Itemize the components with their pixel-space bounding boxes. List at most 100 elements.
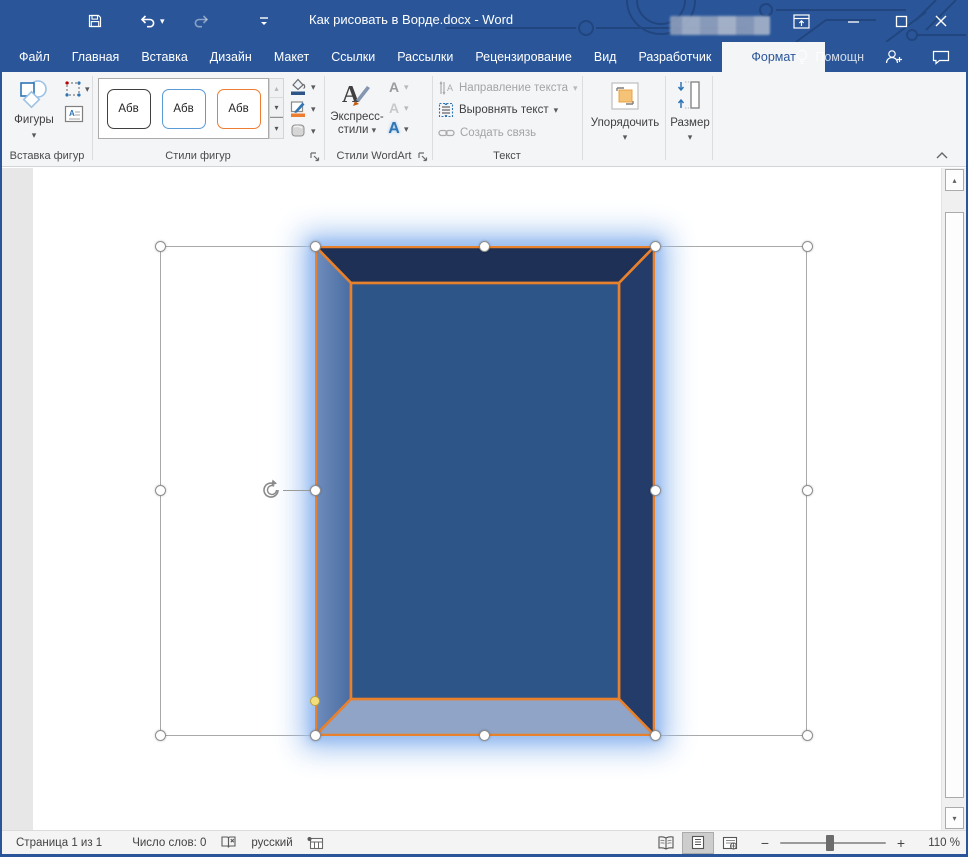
rotate-handle[interactable]: [260, 478, 284, 502]
print-layout-button[interactable]: [682, 832, 714, 854]
maximize-button[interactable]: [884, 8, 918, 34]
zoom-slider-thumb[interactable]: [826, 835, 834, 851]
create-link-button-disabled[interactable]: Создать связь: [438, 126, 536, 140]
scrollbar-thumb[interactable]: [945, 212, 964, 798]
shape-style-preset-3[interactable]: Абв: [217, 89, 261, 129]
tell-me-label[interactable]: Помощн: [815, 50, 864, 64]
shape-styles-dialog-launcher[interactable]: [310, 152, 320, 162]
share-person-icon[interactable]: [884, 49, 904, 65]
shape-effects-icon: [288, 121, 308, 140]
page-left-margin: [2, 168, 33, 830]
handle-shape-mid-left[interactable]: [310, 485, 321, 496]
zoom-in-button[interactable]: +: [894, 835, 908, 851]
tab-developer[interactable]: Разработчик: [627, 42, 722, 72]
shape-effects-caret-icon: ▾: [311, 127, 316, 135]
tab-file[interactable]: Файл: [8, 42, 61, 72]
shape-styles-gallery: Абв Абв Абв: [98, 78, 269, 139]
shape-style-preset-1[interactable]: Абв: [107, 89, 151, 129]
shape-fill-button[interactable]: ▾: [288, 77, 316, 96]
word-count[interactable]: Число слов: 0: [132, 837, 206, 849]
gallery-more-button[interactable]: ▾: [270, 117, 283, 138]
text-direction-label: Направление текста: [459, 82, 568, 94]
web-layout-button[interactable]: [714, 832, 746, 854]
document-canvas[interactable]: [2, 168, 966, 830]
adjust-handle[interactable]: [310, 696, 320, 706]
arrange-button[interactable]: Упорядочить ▾: [587, 74, 663, 164]
tab-mailings[interactable]: Рассылки: [386, 42, 464, 72]
customize-qat-button[interactable]: [251, 9, 277, 33]
handle-shape-bottom-right[interactable]: [650, 730, 661, 741]
tab-references[interactable]: Ссылки: [320, 42, 386, 72]
macro-record-icon[interactable]: [307, 836, 324, 850]
wordart-dialog-launcher[interactable]: [418, 152, 428, 162]
handle-box-bottom-left[interactable]: [155, 730, 166, 741]
collapse-ribbon-button[interactable]: [934, 150, 950, 162]
window-title: Как рисовать в Ворде.docx - Word: [309, 12, 509, 27]
gallery-scroll-down-button[interactable]: ▾: [270, 98, 283, 117]
handle-box-bottom-right[interactable]: [802, 730, 813, 741]
tab-design[interactable]: Дизайн: [199, 42, 263, 72]
redacted-account-name: [670, 16, 770, 35]
handle-box-mid-right[interactable]: [802, 485, 813, 496]
zoom-slider-track[interactable]: [780, 842, 886, 844]
word-window: ▾ Как рисовать в Ворде.docx - Word Файл …: [0, 0, 968, 857]
size-button[interactable]: Размер ▾: [668, 74, 712, 164]
zoom-level[interactable]: 110 %: [914, 837, 960, 849]
handle-box-top-left[interactable]: [155, 241, 166, 252]
tab-home[interactable]: Главная: [61, 42, 131, 72]
text-direction-button-disabled[interactable]: A Направление текста ▾: [438, 80, 578, 96]
link-icon: [438, 126, 455, 140]
comments-icon[interactable]: [932, 50, 950, 65]
undo-button[interactable]: [134, 9, 160, 33]
wordart-quick-styles-icon: A: [340, 78, 374, 108]
minimize-button[interactable]: [836, 8, 870, 34]
gallery-scroll: ▴ ▾ ▾: [269, 78, 284, 139]
group-label-insert-shapes: Вставка фигур: [2, 150, 92, 162]
frame-shape[interactable]: [315, 246, 655, 736]
text-box-button[interactable]: A: [64, 104, 84, 129]
save-button[interactable]: [82, 9, 108, 33]
scroll-up-button[interactable]: ▴: [945, 169, 964, 191]
shape-outline-caret-icon: ▾: [311, 105, 316, 113]
read-mode-button[interactable]: [650, 832, 682, 854]
gallery-scroll-up-button[interactable]: ▴: [270, 79, 283, 98]
text-effects-icon: А: [387, 120, 401, 138]
handle-shape-bottom-left[interactable]: [310, 730, 321, 741]
tab-insert[interactable]: Вставка: [130, 42, 198, 72]
proofing-errors-icon[interactable]: [220, 835, 237, 850]
close-button[interactable]: [924, 8, 958, 34]
handle-box-mid-left[interactable]: [155, 485, 166, 496]
text-fill-button-disabled[interactable]: A ▾: [387, 77, 409, 96]
language-indicator[interactable]: русский: [251, 837, 292, 849]
text-outline-button-disabled[interactable]: A ▾: [387, 98, 409, 117]
redo-button-disabled[interactable]: [189, 9, 215, 33]
handle-shape-bottom-center[interactable]: [479, 730, 490, 741]
zoom-out-button[interactable]: −: [758, 835, 772, 851]
shape-outline-icon: [288, 99, 308, 118]
edit-shape-button[interactable]: ▾: [64, 80, 90, 98]
scroll-down-button[interactable]: ▾: [945, 807, 964, 829]
undo-caret-icon[interactable]: ▾: [160, 17, 165, 25]
tab-view[interactable]: Вид: [583, 42, 628, 72]
shape-style-preset-2[interactable]: Абв: [162, 89, 206, 129]
shapes-icon: [18, 79, 50, 111]
align-text-button[interactable]: Выровнять текст ▾: [438, 102, 558, 118]
vertical-scrollbar[interactable]: ▴ ▾: [941, 168, 966, 830]
shape-outline-button[interactable]: ▾: [288, 99, 316, 118]
tab-review[interactable]: Рецензирование: [464, 42, 583, 72]
group-label-wordart: Стили WordArt: [324, 150, 424, 162]
quick-styles-label-line2: стили ▾: [338, 124, 376, 137]
text-effects-button[interactable]: А ▾: [387, 119, 409, 138]
handle-shape-top-center[interactable]: [479, 241, 490, 252]
handle-shape-mid-right[interactable]: [650, 485, 661, 496]
tab-layout[interactable]: Макет: [263, 42, 320, 72]
ribbon-display-options-button[interactable]: [784, 8, 818, 34]
handle-shape-top-left[interactable]: [310, 241, 321, 252]
handle-shape-top-right[interactable]: [650, 241, 661, 252]
handle-box-top-right[interactable]: [802, 241, 813, 252]
page-indicator[interactable]: Страница 1 из 1: [16, 837, 102, 849]
edit-shape-caret-icon: ▾: [85, 85, 90, 93]
shape-effects-button[interactable]: ▾: [288, 121, 316, 140]
arrange-icon: [606, 78, 644, 114]
arrange-label: Упорядочить: [591, 117, 659, 130]
